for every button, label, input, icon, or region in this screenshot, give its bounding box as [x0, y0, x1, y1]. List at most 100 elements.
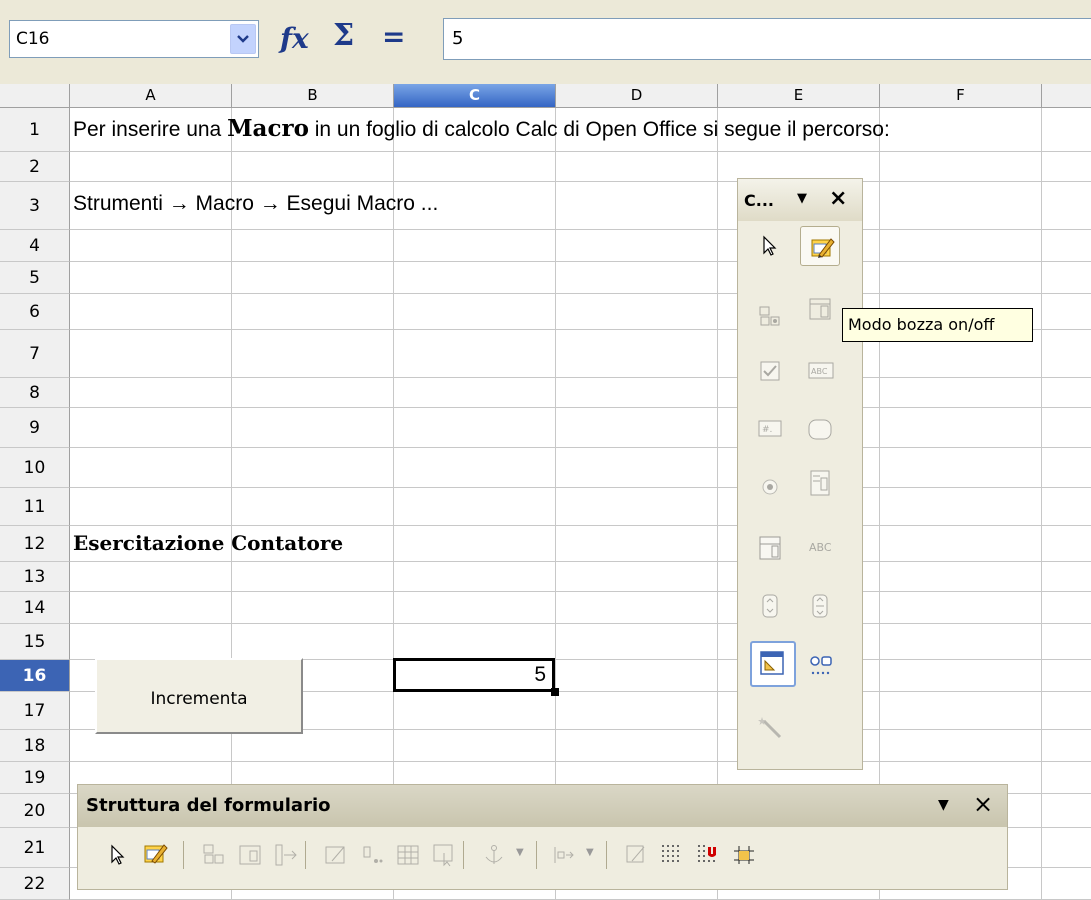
- name-box[interactable]: C16: [9, 20, 259, 58]
- design-mode-button[interactable]: [134, 833, 174, 873]
- row-header[interactable]: 6: [0, 294, 70, 330]
- open-in-design-mode-button[interactable]: [424, 835, 464, 875]
- row-header-selected[interactable]: 16: [0, 660, 70, 692]
- column-header-d[interactable]: D: [556, 84, 718, 108]
- row-header[interactable]: 21: [0, 828, 70, 868]
- list-box-button[interactable]: [800, 289, 840, 329]
- anchor-dropdown-icon[interactable]: ▼: [516, 847, 524, 858]
- toolbar-menu-arrow-icon[interactable]: ▼: [797, 191, 807, 206]
- formula-input[interactable]: 5: [443, 18, 1091, 60]
- form-design-toolbar: Struttura del formulario ▼ × ▼ ▼: [77, 784, 1008, 890]
- row-header[interactable]: 15: [0, 624, 70, 660]
- activation-order-button[interactable]: [316, 835, 356, 875]
- select-tool-button[interactable]: [750, 226, 790, 266]
- row-header[interactable]: 2: [0, 152, 70, 182]
- anchor-button[interactable]: [474, 835, 514, 875]
- row-header[interactable]: 11: [0, 488, 70, 526]
- row-header[interactable]: 22: [0, 868, 70, 900]
- column-header-f[interactable]: F: [880, 84, 1042, 108]
- sum-icon: Σ: [333, 18, 355, 53]
- pointer-icon: [111, 844, 125, 865]
- push-button-button[interactable]: [800, 409, 840, 449]
- bring-to-front-button[interactable]: [616, 835, 656, 875]
- group-box-button[interactable]: [750, 297, 790, 337]
- function-wizard-button[interactable]: fx: [280, 22, 309, 55]
- form-navigator-button[interactable]: [266, 835, 306, 875]
- helplines-while-moving-button[interactable]: [724, 835, 764, 875]
- cell-a1[interactable]: Per inserire una Macro in un foglio di c…: [73, 115, 890, 142]
- chevron-down-icon: [237, 35, 249, 43]
- snap-to-grid-button[interactable]: [688, 835, 728, 875]
- row-header[interactable]: 12: [0, 526, 70, 562]
- name-box-dropdown-button[interactable]: [230, 24, 256, 54]
- row-header[interactable]: 14: [0, 592, 70, 624]
- cell-c16-selected[interactable]: 5: [393, 658, 555, 692]
- row-header[interactable]: 13: [0, 562, 70, 592]
- form-button[interactable]: [194, 835, 234, 875]
- open-in-design-mode-icon: [433, 844, 453, 867]
- cell-a3[interactable]: Strumenti → Macro → Esegui Macro ...: [73, 192, 438, 216]
- formula-input-value: 5: [452, 28, 464, 49]
- row-header[interactable]: 10: [0, 448, 70, 488]
- table-control-button[interactable]: [388, 835, 428, 875]
- alignment-icon: [554, 847, 574, 863]
- equals-icon: =: [382, 20, 406, 53]
- row-header[interactable]: 5: [0, 262, 70, 294]
- row-header[interactable]: 9: [0, 408, 70, 448]
- cell-a12[interactable]: Esercitazione Contatore: [73, 531, 343, 555]
- formatted-field-button[interactable]: #.: [750, 409, 790, 449]
- svg-text:ABC: ABC: [809, 541, 832, 554]
- form-controls-toolbar-titlebar[interactable]: C... ▼ ×: [738, 179, 862, 221]
- more-controls-button[interactable]: [800, 645, 840, 685]
- alignment-dropdown-icon[interactable]: ▼: [586, 847, 594, 858]
- form-design-toolbar-titlebar[interactable]: Struttura del formulario ▼ ×: [78, 785, 1007, 827]
- display-grid-button[interactable]: [652, 835, 692, 875]
- select-tool-button[interactable]: [98, 835, 138, 875]
- row-header[interactable]: 8: [0, 378, 70, 408]
- grid-icon: [662, 845, 679, 862]
- column-header-e[interactable]: E: [718, 84, 880, 108]
- text-box-icon: ABC: [808, 362, 834, 379]
- label-field-button[interactable]: [750, 527, 790, 567]
- close-icon[interactable]: ×: [829, 186, 847, 211]
- column-header-g[interactable]: [1042, 84, 1091, 108]
- text-box-button[interactable]: ABC: [800, 351, 840, 391]
- close-icon[interactable]: ×: [973, 790, 993, 818]
- alignment-button[interactable]: [544, 835, 584, 875]
- form-design-toolbar-title: Struttura del formulario: [86, 795, 331, 816]
- column-header-a[interactable]: A: [70, 84, 232, 108]
- row-header[interactable]: 20: [0, 794, 70, 828]
- wizards-button[interactable]: [750, 707, 790, 747]
- more-controls-icon: [810, 656, 832, 675]
- design-mode-button[interactable]: [800, 226, 840, 266]
- list-box-icon: [809, 298, 831, 320]
- scrollbar-button[interactable]: [800, 585, 840, 625]
- form-navigator-icon: [275, 844, 297, 866]
- toolbar-menu-arrow-icon[interactable]: ▼: [938, 797, 949, 813]
- form-controls-toolbar: C... ▼ × ABC #. ABC: [737, 178, 863, 770]
- row-header[interactable]: 19: [0, 762, 70, 794]
- row-header[interactable]: 1: [0, 108, 70, 152]
- spin-button-button[interactable]: [750, 585, 790, 625]
- incrementa-button[interactable]: Incrementa: [95, 658, 303, 734]
- label-abc-button[interactable]: ABC: [800, 529, 840, 569]
- column-header-b[interactable]: B: [232, 84, 394, 108]
- check-box-button[interactable]: [750, 351, 790, 391]
- function-wizard-icon: fx: [280, 22, 309, 55]
- select-all-corner[interactable]: [0, 84, 70, 108]
- row-header[interactable]: 7: [0, 330, 70, 378]
- combo-box-button[interactable]: [800, 461, 840, 501]
- row-header[interactable]: 18: [0, 730, 70, 762]
- form-properties-button[interactable]: [230, 835, 270, 875]
- option-button-button[interactable]: [750, 467, 790, 507]
- row-header[interactable]: 3: [0, 182, 70, 230]
- cell-c16-value: 5: [534, 663, 546, 686]
- sum-button[interactable]: Σ: [333, 18, 354, 53]
- form-design-button[interactable]: [750, 641, 796, 687]
- column-header-c[interactable]: C: [394, 84, 556, 108]
- function-button[interactable]: =: [382, 20, 405, 53]
- add-field-button[interactable]: [352, 835, 392, 875]
- fill-handle[interactable]: [551, 688, 559, 696]
- row-header[interactable]: 17: [0, 692, 70, 730]
- row-header[interactable]: 4: [0, 230, 70, 262]
